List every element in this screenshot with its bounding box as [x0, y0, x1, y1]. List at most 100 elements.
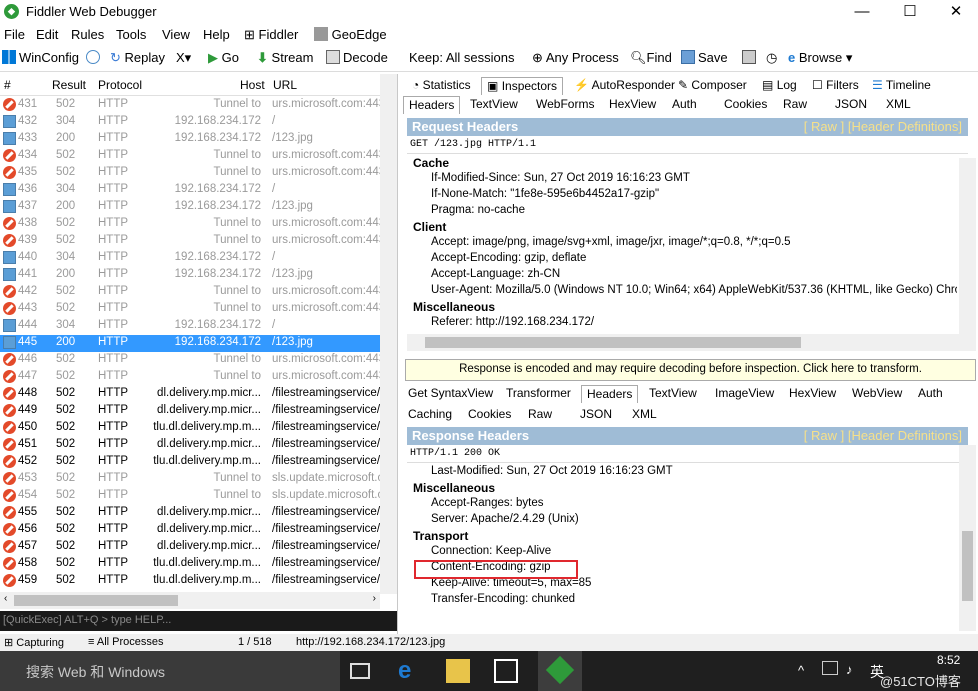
table-row[interactable]: 434 502 HTTP Tunnel to urs.microsoft.com:443 — [0, 148, 380, 165]
res-tab-cookies[interactable]: Cookies — [463, 406, 516, 424]
taskbar-search[interactable]: 搜索 Web 和 Windows — [0, 651, 340, 691]
res-tab-json[interactable]: JSON — [575, 406, 617, 424]
menu-view[interactable]: View — [162, 27, 190, 42]
tab-filters[interactable]: ☐ Filters — [807, 77, 864, 95]
menu-tools[interactable]: Tools — [116, 27, 146, 42]
remove-button[interactable]: X▾ — [176, 50, 191, 66]
menu-rules[interactable]: Rules — [71, 27, 104, 42]
res-tab-hexview[interactable]: HexView — [784, 385, 841, 403]
file-explorer-icon[interactable] — [446, 659, 470, 683]
table-row[interactable]: 449 502 HTTP dl.delivery.mp.micr... /filestr… — [0, 403, 380, 420]
tab-log[interactable]: ▤ Log — [757, 77, 802, 95]
res-tab-webview[interactable]: WebView — [847, 385, 907, 403]
response-vscroll-thumb[interactable] — [962, 531, 973, 601]
table-row[interactable]: 432 304 HTTP 192.168.234.172 / — [0, 114, 380, 131]
res-tab-imageview[interactable]: ImageView — [710, 385, 779, 403]
request-hscrollbar[interactable] — [407, 334, 976, 351]
hscroll-thumb[interactable] — [14, 595, 178, 606]
table-row[interactable]: 440 304 HTTP 192.168.234.172 / — [0, 250, 380, 267]
timer-button[interactable]: ◷ — [766, 50, 777, 66]
maximize-button[interactable]: ☐ — [894, 2, 926, 22]
menu-fiddler[interactable]: ⊞ Fiddler — [244, 27, 298, 43]
fiddler-taskbar-button[interactable] — [538, 651, 582, 691]
tab-autoresponder[interactable]: ⚡ AutoResponder — [569, 77, 680, 95]
response-header-links[interactable]: [ Raw ] [Header Definitions] — [804, 428, 962, 443]
col-url[interactable]: URL — [273, 78, 297, 92]
session-list-hscrollbar[interactable]: ‹ › — [0, 592, 380, 609]
table-row[interactable]: 451 502 HTTP dl.delivery.mp.micr... /filestr… — [0, 437, 380, 454]
tab-composer[interactable]: ✎ Composer — [673, 77, 752, 95]
table-row[interactable]: 436 304 HTTP 192.168.234.172 / — [0, 182, 380, 199]
req-tab-hexview[interactable]: HexView — [604, 96, 661, 114]
process-filter[interactable]: ≡ All Processes — [88, 636, 164, 648]
table-row[interactable]: 450 502 HTTP tlu.dl.delivery.mp.m... /filest… — [0, 420, 380, 437]
table-row[interactable]: 439 502 HTTP Tunnel to urs.microsoft.com:443 — [0, 233, 380, 250]
encoding-warning[interactable]: Response is encoded and may require deco… — [405, 359, 976, 381]
table-row[interactable]: 452 502 HTTP tlu.dl.delivery.mp.m... /filest… — [0, 454, 380, 471]
request-vscrollbar[interactable] — [959, 158, 976, 334]
request-header-links[interactable]: [ Raw ] [Header Definitions] — [804, 119, 962, 134]
table-row[interactable]: 438 502 HTTP Tunnel to urs.microsoft.com:443 — [0, 216, 380, 233]
res-tab-xml[interactable]: XML — [627, 406, 662, 424]
find-button[interactable]: 🔍︎Find — [630, 50, 672, 66]
minimize-button[interactable]: — — [846, 2, 878, 22]
table-row[interactable]: 458 502 HTTP tlu.dl.delivery.mp.m... /filest… — [0, 556, 380, 573]
quickexec-input[interactable]: [QuickExec] ALT+Q > type HELP... — [0, 611, 397, 631]
col-result[interactable]: Result — [52, 78, 86, 92]
table-row[interactable]: 443 502 HTTP Tunnel to urs.microsoft.com:443 — [0, 301, 380, 318]
table-row[interactable]: 433 200 HTTP 192.168.234.172/123.jpg — [0, 131, 380, 148]
stream-button[interactable]: ⬇ Stream — [257, 50, 313, 66]
req-tab-auth[interactable]: Auth — [667, 96, 702, 114]
table-row[interactable]: 447 502 HTTP Tunnel to urs.microsoft.com:443 — [0, 369, 380, 386]
tab-timeline[interactable]: ☰ Timeline — [867, 77, 936, 95]
close-button[interactable]: ✕ — [940, 2, 972, 22]
menu-help[interactable]: Help — [203, 27, 230, 42]
tray-network-icon[interactable] — [822, 661, 838, 675]
table-row[interactable]: 454 502 HTTP Tunnel to sls.update.microsoft.… — [0, 488, 380, 505]
res-tab-caching[interactable]: Caching — [403, 406, 457, 424]
req-tab-textview[interactable]: TextView — [465, 96, 523, 114]
table-row[interactable]: 441 200 HTTP 192.168.234.172/123.jpg — [0, 267, 380, 284]
res-tab-headers[interactable]: Headers — [581, 385, 639, 403]
decode-button[interactable]: Decode — [326, 50, 388, 65]
tray-volume-icon[interactable]: ♪ — [846, 662, 853, 677]
col-num[interactable]: # — [4, 78, 11, 92]
res-tab-raw[interactable]: Raw — [523, 406, 557, 424]
res-tab-transformer[interactable]: Transformer — [501, 385, 576, 403]
tab-inspectors[interactable]: ▣ Inspectors — [481, 77, 564, 95]
table-row[interactable]: 431 502 HTTP Tunnel to urs.microsoft.com:443 — [0, 97, 380, 114]
save-button[interactable]: Save — [681, 50, 728, 65]
req-tab-xml[interactable]: XML — [881, 96, 916, 114]
req-tab-raw[interactable]: Raw — [778, 96, 812, 114]
go-button[interactable]: ▶ Go — [208, 50, 239, 66]
table-row[interactable]: 456 502 HTTP dl.delivery.mp.micr... /filestr… — [0, 522, 380, 539]
edge-icon[interactable]: e — [398, 659, 422, 683]
table-row[interactable]: 435 502 HTTP Tunnel to urs.microsoft.com:443 — [0, 165, 380, 182]
table-row[interactable]: 457 502 HTTP dl.delivery.mp.micr... /filestr… — [0, 539, 380, 556]
table-row[interactable]: 444 304 HTTP 192.168.234.172 / — [0, 318, 380, 335]
table-row[interactable]: 453 502 HTTP Tunnel to sls.update.microsoft.… — [0, 471, 380, 488]
menu-geoedge[interactable]: GeoEdge — [314, 27, 387, 42]
request-hscroll-thumb[interactable] — [425, 337, 801, 348]
menu-edit[interactable]: Edit — [36, 27, 58, 42]
browse-button[interactable]: e Browse ▾ — [788, 50, 852, 66]
replay-button[interactable]: ↻ Replay — [110, 50, 165, 66]
scroll-left-icon[interactable]: ‹ — [4, 593, 7, 604]
req-tab-webforms[interactable]: WebForms — [531, 96, 599, 114]
task-view-icon[interactable] — [350, 663, 370, 679]
res-tab-syntaxview[interactable]: Get SyntaxView — [403, 385, 498, 403]
req-tab-headers[interactable]: Headers — [403, 96, 461, 114]
scroll-right-icon[interactable]: › — [373, 593, 376, 604]
tray-clock[interactable]: 8:52 — [937, 653, 960, 667]
col-host[interactable]: Host — [240, 78, 265, 92]
screenshot-button[interactable] — [742, 50, 759, 65]
response-vscrollbar[interactable] — [959, 445, 976, 631]
table-row[interactable]: 446 502 HTTP Tunnel to urs.microsoft.com:443 — [0, 352, 380, 369]
keep-sessions-dropdown[interactable]: Keep: All sessions — [409, 50, 515, 65]
menu-file[interactable]: File — [4, 27, 25, 42]
table-row[interactable]: 448 502 HTTP dl.delivery.mp.micr... /filestr… — [0, 386, 380, 403]
table-row[interactable]: 437 200 HTTP 192.168.234.172/123.jpg — [0, 199, 380, 216]
req-tab-cookies[interactable]: Cookies — [719, 96, 772, 114]
winconfig-button[interactable]: WinConfig — [2, 50, 79, 65]
res-tab-textview[interactable]: TextView — [644, 385, 702, 403]
